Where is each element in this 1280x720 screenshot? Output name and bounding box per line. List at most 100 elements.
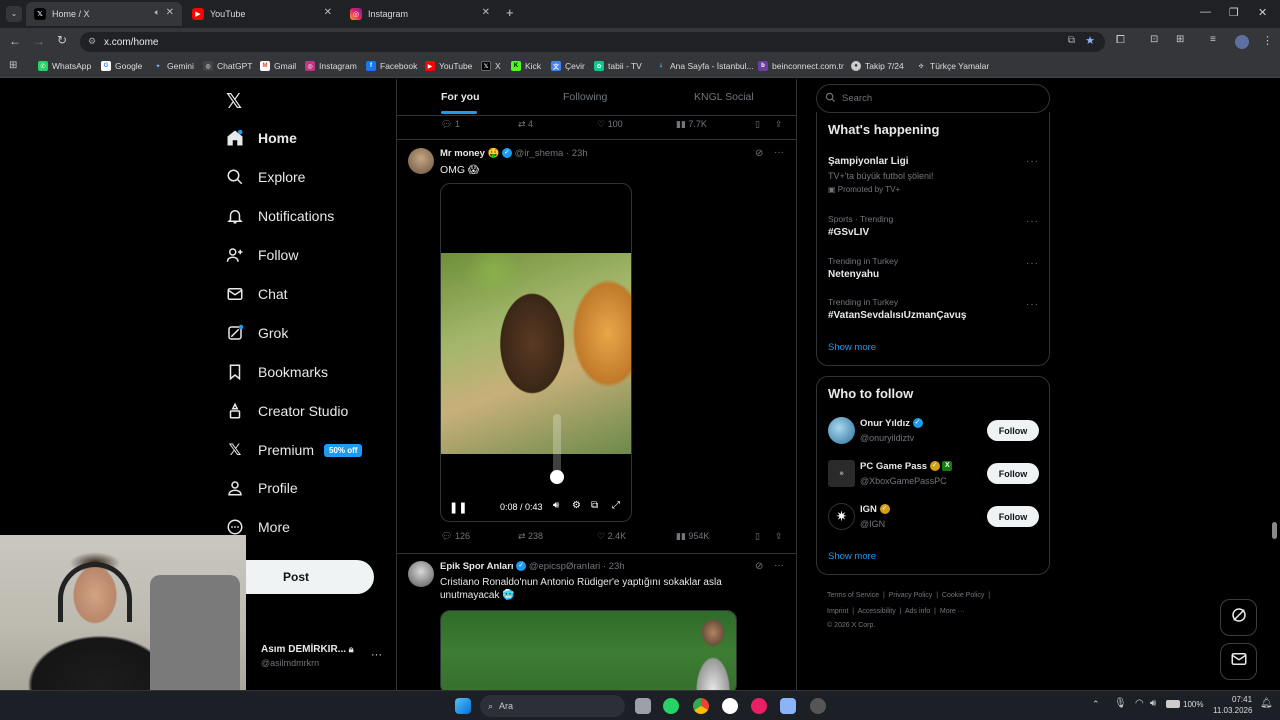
more-dots-icon[interactable]: ··· [1026, 258, 1039, 269]
more-dots-icon[interactable]: ··· [1026, 156, 1039, 167]
bookmark-tabii[interactable]: ✿ tabii - TV [594, 61, 642, 71]
reply-button[interactable]: 💬︎ 126 [441, 531, 470, 542]
sidebar-item-grok[interactable]: Grok [226, 324, 288, 342]
apps-icon[interactable]: ⊞ [9, 60, 17, 71]
microphone-icon[interactable]: 🎙︎ [1114, 698, 1127, 709]
show-more-link[interactable]: Show more [828, 551, 876, 562]
wifi-icon[interactable]: ◠ [1135, 698, 1144, 709]
author-name[interactable]: Epik Spor Anları [440, 561, 514, 572]
settings-icon[interactable]: ⚙ [572, 500, 581, 511]
tray-chevron-icon[interactable]: ⌃ [1092, 699, 1100, 710]
address-bar[interactable]: ⚙ x.com/home ⧉ ★ [80, 32, 1105, 52]
video-player[interactable]: ❚❚ 0:08 / 0:43 🔊︎ ⚙ ⧉ ⤢ [440, 183, 632, 522]
repost-button[interactable]: ⇄ 238 [518, 531, 543, 542]
footer-link[interactable]: Privacy Policy [889, 592, 933, 599]
author-handle[interactable]: @epicspØranIari [529, 561, 600, 572]
show-more-link[interactable]: Show more [828, 342, 876, 353]
account-switcher[interactable]: Asım DEMİRKIR... 🔒︎ @asilmdmrkrn ··· [261, 644, 391, 674]
battery-icon[interactable] [1166, 700, 1180, 708]
tab-home-x[interactable]: 𝕏 Home / X 🔈︎ ✕ [26, 2, 182, 26]
sidebar-item-bookmarks[interactable]: Bookmarks [226, 363, 328, 381]
forward-icon[interactable]: → [33, 34, 45, 48]
author-name[interactable]: Mr money 🤑 [440, 148, 499, 159]
post-media[interactable] [440, 610, 737, 690]
bookmark-icon[interactable]: ▯ [755, 119, 760, 130]
bookmark-gmail[interactable]: M Gmail [260, 61, 296, 71]
avatar[interactable] [408, 561, 434, 587]
footer-link[interactable]: Accessibility [858, 608, 896, 615]
notification-bell-icon[interactable]: 🔔︎ [1260, 698, 1273, 709]
views-button[interactable]: ▮▮ 954K [676, 531, 709, 542]
tab-instagram[interactable]: ◎ Instagram ✕ [342, 2, 498, 26]
grok-float-button[interactable] [1220, 599, 1257, 636]
install-icon[interactable]: ⧉ [1068, 35, 1075, 46]
task-view-icon[interactable] [635, 698, 651, 714]
trend-name[interactable]: Netenyahu [828, 269, 879, 280]
bookmark-facebook[interactable]: f Facebook [366, 61, 417, 71]
more-dots-icon[interactable]: ··· [1026, 216, 1039, 227]
grok-icon[interactable]: ⊘ [755, 561, 763, 572]
bookmark-cevir[interactable]: 文 Çevir [551, 61, 585, 71]
sidebar-item-notifications[interactable]: Notifications [226, 207, 334, 225]
bookmark-youtube[interactable]: ▶ YouTube [425, 61, 472, 71]
bookmark-x[interactable]: 𝕏X [481, 61, 501, 71]
avatar[interactable]: ⊗ [828, 460, 855, 487]
pip-icon[interactable]: ⧉ [591, 500, 598, 511]
tab-kngl-social[interactable]: KNGL Social [694, 91, 754, 103]
footer-link[interactable]: More ··· [940, 608, 965, 615]
bookmark-google[interactable]: G Google [101, 61, 142, 71]
taskbar-search[interactable]: ⌕ Ara [480, 695, 625, 717]
bookmark-istanbul[interactable]: 💧︎ Ana Sayfa - İstanbul... [656, 61, 754, 71]
bookmark-gemini[interactable]: ✦ Gemini [153, 61, 193, 71]
tab-youtube[interactable]: ▶ YouTube ✕ [184, 2, 340, 26]
footer-link[interactable]: Terms of Service [827, 592, 879, 599]
menu-icon[interactable]: ⋮ [1262, 34, 1273, 47]
more-dots-icon[interactable]: ··· [1026, 299, 1039, 310]
bookmark-turkce-yamalar[interactable]: ✣ Türkçe Yamalar [916, 61, 989, 71]
x-logo-icon[interactable]: 𝕏 [226, 89, 242, 114]
whatsapp-icon[interactable] [663, 698, 679, 714]
author-handle[interactable]: @ir_shema [515, 148, 564, 159]
close-icon[interactable]: ✕ [324, 7, 332, 18]
sidebar-item-profile[interactable]: Profile [226, 479, 298, 497]
clock-time[interactable]: 07:41 [1232, 695, 1252, 704]
close-icon[interactable]: ✕ [166, 7, 174, 18]
sidebar-item-explore[interactable]: Explore [226, 168, 305, 186]
volume-icon[interactable]: 🔊︎ [553, 500, 559, 511]
volume-icon[interactable]: 🔊︎ [1150, 698, 1156, 709]
scrollbar-thumb[interactable] [1272, 522, 1277, 539]
share-icon[interactable]: ⇪ [775, 119, 783, 130]
chrome-icon[interactable] [693, 698, 709, 714]
volume-slider-knob[interactable] [550, 470, 564, 484]
sidebar-item-more[interactable]: More [226, 518, 290, 536]
bookmark-kick[interactable]: K Kick [511, 61, 541, 71]
volume-slider[interactable] [550, 414, 564, 484]
back-icon[interactable]: ← [9, 34, 21, 48]
media-player-icon[interactable] [751, 698, 767, 714]
profile-avatar[interactable] [1235, 35, 1249, 49]
sidebar-item-premium[interactable]: 𝕏 Premium 50% off [226, 441, 363, 459]
more-dots-icon[interactable]: ··· [371, 649, 382, 661]
grok-icon[interactable]: ⊘ [755, 148, 763, 159]
trend-name[interactable]: #GSvLIV [828, 227, 869, 238]
search-input[interactable]: Search [816, 84, 1050, 113]
bookmark-whatsapp[interactable]: ✆ WhatsApp [38, 61, 91, 71]
bookmark-chatgpt[interactable]: ◎ ChatGPT [203, 61, 252, 71]
bookmark-icon[interactable]: ▯ [755, 531, 760, 542]
reply-button[interactable]: 💬︎ 1 [441, 119, 460, 130]
footer-link[interactable]: Imprint [827, 608, 848, 615]
account-name[interactable]: PC Game Pass ✓ X [860, 461, 953, 472]
close-window-icon[interactable]: ✕ [1258, 6, 1267, 19]
messages-float-button[interactable] [1220, 643, 1257, 680]
footer-link[interactable]: Cookie Policy [942, 592, 984, 599]
fullscreen-icon[interactable]: ⤢ [612, 500, 620, 511]
tab-search-icon[interactable]: ⌄ [6, 6, 22, 22]
new-tab-button[interactable]: + [506, 5, 514, 20]
translate-icon[interactable]: ⊡ [1150, 34, 1158, 45]
bookmark-instagram[interactable]: ◎ Instagram [305, 61, 357, 71]
restore-icon[interactable]: ❐ [1229, 6, 1239, 19]
trend-name[interactable]: #VatanSevdalısıUzmanÇavuş [828, 310, 966, 321]
sidebar-item-home[interactable]: Home [226, 129, 297, 147]
reading-list-icon[interactable]: ≡ [1210, 34, 1216, 45]
more-dots-icon[interactable]: ··· [774, 147, 784, 158]
